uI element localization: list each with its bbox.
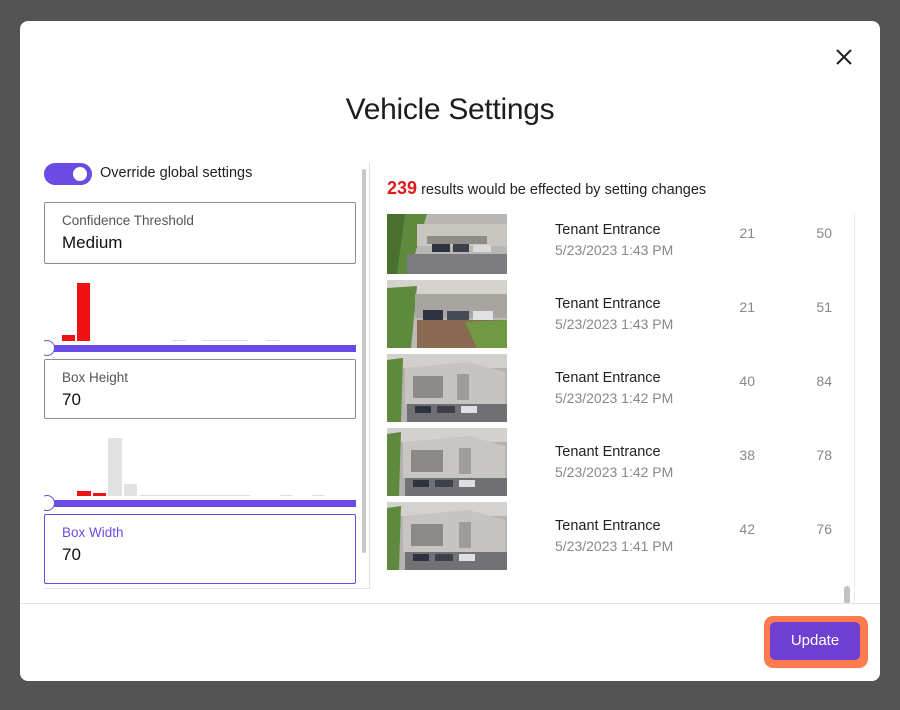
result-value-1: 21 (739, 299, 755, 315)
result-location: Tenant Entrance (555, 296, 661, 312)
results-count: 239 (387, 178, 418, 198)
result-value-1: 38 (739, 447, 755, 463)
histogram-bar (77, 491, 91, 496)
result-row[interactable]: Tenant Entrance 5/23/2023 1:41 PM 42 76 (387, 502, 847, 570)
result-value-2: 76 (816, 521, 832, 537)
settings-panel: Override global settings Confidence Thre… (44, 163, 371, 589)
result-value-2: 84 (816, 373, 832, 389)
results-scroll-track (854, 214, 855, 604)
confidence-slider-handle[interactable] (44, 340, 55, 356)
override-label: Override global settings (100, 165, 253, 181)
histogram-bar (140, 495, 250, 496)
histogram-bar (124, 484, 137, 496)
confidence-slider-track[interactable] (44, 345, 356, 352)
histogram-bar (108, 438, 122, 496)
override-toggle[interactable] (44, 163, 92, 185)
result-location: Tenant Entrance (555, 444, 661, 460)
box-width-label: Box Width (62, 525, 124, 540)
histogram-bar (202, 340, 248, 341)
result-row[interactable]: Tenant Entrance 5/23/2023 1:43 PM 21 51 (387, 280, 847, 348)
update-button[interactable]: Update (770, 622, 860, 660)
results-summary: 239 results would be effected by setting… (387, 178, 706, 199)
box-height-histogram (44, 433, 356, 496)
result-value-1: 40 (739, 373, 755, 389)
histogram-bar (266, 340, 280, 341)
panel-divider (369, 163, 370, 589)
box-width-field[interactable]: Box Width 70 (44, 514, 356, 584)
result-row[interactable]: Tenant Entrance 5/23/2023 1:42 PM 40 84 (387, 354, 847, 422)
result-location: Tenant Entrance (555, 370, 661, 386)
box-height-slider-track[interactable] (44, 500, 356, 507)
vehicle-settings-dialog: Vehicle Settings Override global setting… (20, 21, 880, 681)
confidence-histogram (44, 273, 356, 341)
histogram-bar (172, 340, 186, 341)
result-location: Tenant Entrance (555, 222, 661, 238)
box-height-field[interactable]: Box Height 70 (44, 359, 356, 419)
result-timestamp: 5/23/2023 1:42 PM (555, 390, 674, 406)
result-timestamp: 5/23/2023 1:43 PM (555, 242, 674, 258)
box-height-label: Box Height (62, 370, 129, 385)
result-row[interactable]: Tenant Entrance 5/23/2023 1:43 PM 21 50 (387, 214, 847, 274)
results-scrollbar[interactable] (844, 586, 850, 604)
histogram-bar (77, 283, 90, 341)
confidence-threshold-label: Confidence Threshold (62, 213, 194, 228)
result-timestamp: 5/23/2023 1:42 PM (555, 464, 674, 480)
dialog-title: Vehicle Settings (345, 93, 555, 126)
footer-divider (20, 603, 880, 604)
histogram-bar (93, 493, 106, 496)
box-width-value: 70 (62, 545, 81, 564)
result-timestamp: 5/23/2023 1:41 PM (555, 538, 674, 554)
result-thumbnail (387, 354, 507, 422)
close-icon[interactable] (832, 45, 856, 69)
result-thumbnail (387, 280, 507, 348)
settings-scrollbar[interactable] (362, 169, 366, 553)
result-thumbnail (387, 502, 507, 570)
histogram-bar (62, 335, 75, 341)
result-value-1: 21 (739, 225, 755, 241)
result-thumbnail (387, 428, 507, 496)
result-row[interactable]: Tenant Entrance 5/23/2023 1:42 PM 38 78 (387, 428, 847, 496)
confidence-threshold-select[interactable]: Confidence Threshold Medium (44, 202, 356, 264)
histogram-bar (280, 495, 292, 496)
result-thumbnail (387, 214, 507, 274)
results-list: Tenant Entrance 5/23/2023 1:43 PM 21 50 (387, 214, 856, 604)
result-value-2: 78 (816, 447, 832, 463)
result-value-2: 51 (816, 299, 832, 315)
confidence-threshold-value: Medium (62, 233, 123, 252)
box-height-slider-handle[interactable] (44, 495, 55, 511)
histogram-bar (312, 495, 324, 496)
result-location: Tenant Entrance (555, 518, 661, 534)
result-value-2: 50 (816, 225, 832, 241)
results-summary-text: results would be effected by setting cha… (417, 182, 707, 198)
box-height-value: 70 (62, 390, 81, 409)
toggle-knob (73, 167, 87, 181)
result-value-1: 42 (739, 521, 755, 537)
result-timestamp: 5/23/2023 1:43 PM (555, 316, 674, 332)
